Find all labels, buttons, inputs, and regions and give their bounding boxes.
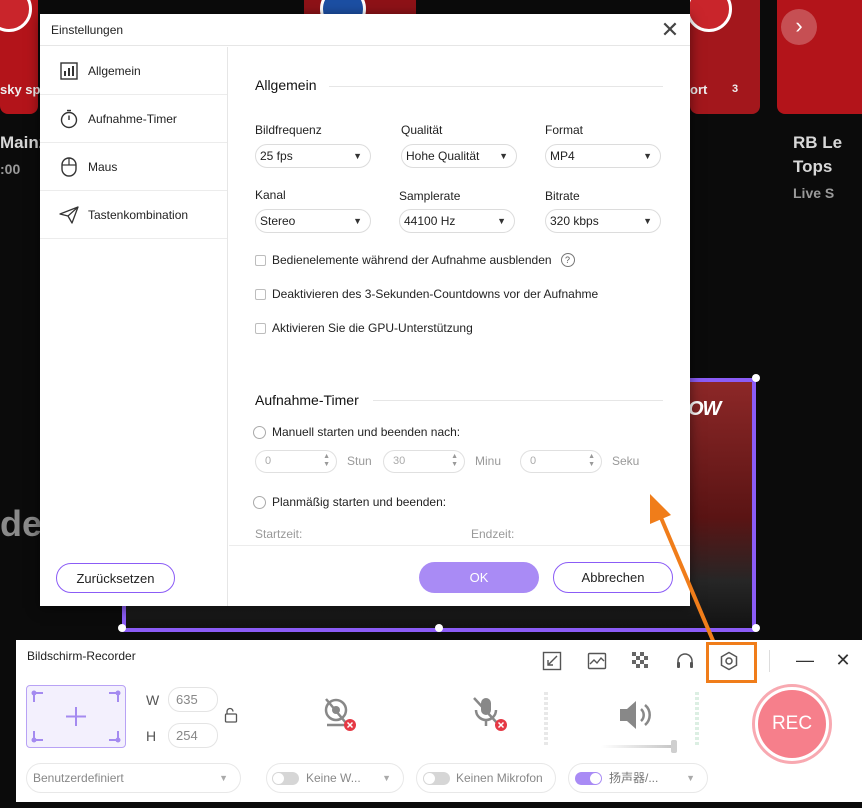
speaker-toggle[interactable] [575, 772, 602, 785]
screen-recorder-panel: Bildschirm-Recorder — ✕ W 635 H 254 REC … [16, 640, 862, 802]
width-label: W [146, 692, 160, 708]
recorder-close-button[interactable]: ✕ [832, 649, 854, 671]
webcam-toggle[interactable] [272, 772, 299, 785]
headset-icon[interactable] [673, 649, 697, 673]
chevron-down-icon: ▼ [686, 773, 695, 783]
export-icon[interactable] [540, 649, 564, 673]
microphone-dropdown[interactable]: Keinen Mikrofon [416, 763, 556, 793]
speaker-dropdown[interactable]: 扬声器/... ▼ [568, 763, 708, 793]
minimize-button[interactable]: — [794, 649, 816, 671]
unlock-icon[interactable] [224, 707, 238, 723]
toolbar-divider [769, 650, 770, 672]
toggle-knob [424, 773, 435, 784]
chevron-down-icon: ▼ [382, 773, 391, 783]
chevron-down-icon: ▼ [219, 773, 228, 783]
record-button-label: REC [758, 690, 826, 758]
recorder-title: Bildschirm-Recorder [27, 649, 136, 663]
toggle-knob [273, 773, 284, 784]
region-selector[interactable] [26, 685, 126, 748]
webcam-dropdown[interactable]: Keine W... ▼ [266, 763, 404, 793]
speaker-icon[interactable] [616, 695, 656, 735]
mosaic-icon[interactable] [629, 649, 653, 673]
microphone-value: Keinen Mikrofon [456, 771, 543, 785]
volume-slider-handle[interactable] [671, 740, 677, 753]
record-button[interactable]: REC [752, 684, 832, 764]
speaker-level-meter [695, 692, 699, 747]
width-input[interactable]: 635 [168, 687, 218, 712]
toggle-knob [590, 773, 601, 784]
microphone-off-icon[interactable] [469, 695, 509, 735]
region-mode-dropdown[interactable]: Benutzerdefiniert ▼ [26, 763, 241, 793]
height-input[interactable]: 254 [168, 723, 218, 748]
mic-level-meter [544, 692, 548, 747]
volume-slider-track[interactable] [601, 745, 671, 748]
region-mode-value: Benutzerdefiniert [33, 771, 124, 785]
settings-highlight-box [706, 642, 757, 683]
crosshair-region-icon [31, 690, 121, 743]
webcam-value: Keine W... [306, 771, 361, 785]
speaker-value: 扬声器/... [609, 771, 659, 785]
image-chart-icon[interactable] [585, 649, 609, 673]
height-label: H [146, 728, 157, 744]
microphone-toggle[interactable] [423, 772, 450, 785]
webcam-off-icon[interactable] [318, 695, 358, 735]
